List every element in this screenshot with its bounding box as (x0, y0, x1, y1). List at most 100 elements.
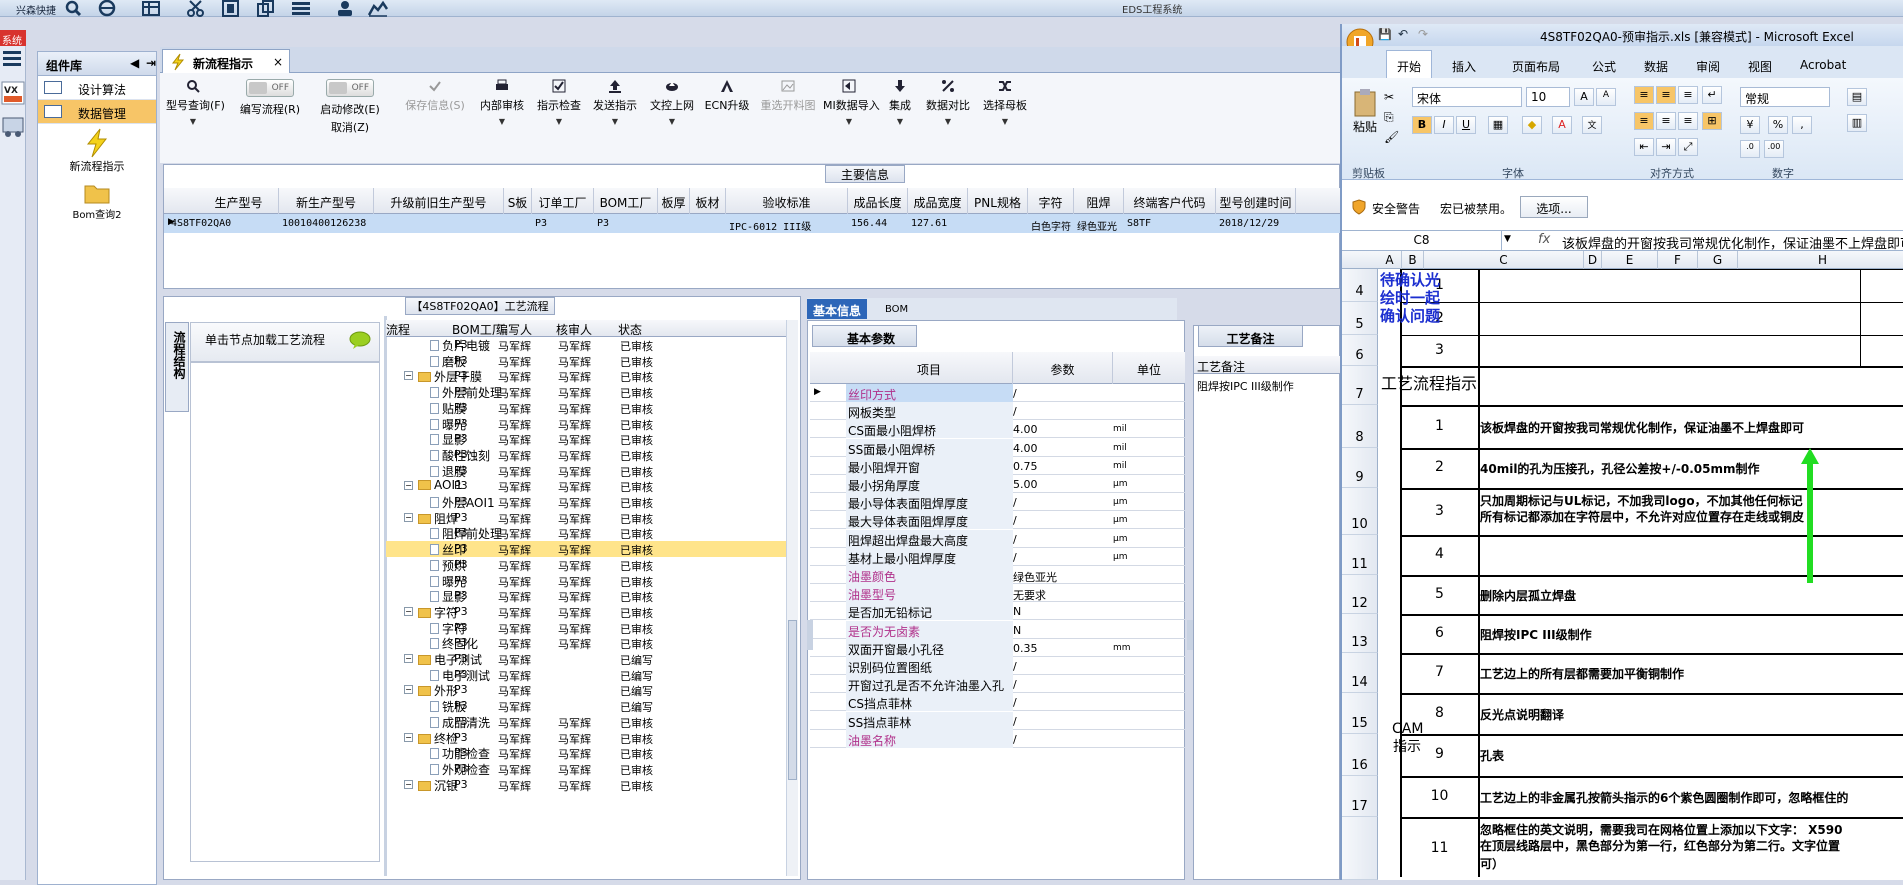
row-header[interactable]: 17 (1342, 776, 1378, 817)
tree-node[interactable]: − 阻焊 P3 马军辉 马军辉 已审核 (386, 510, 786, 526)
column-header[interactable]: PNL规格 (968, 188, 1028, 214)
align-right-icon[interactable]: ≡ (1678, 112, 1698, 130)
column-header[interactable]: 流程 (386, 320, 410, 337)
param-value[interactable]: / (1013, 678, 1017, 691)
row-header[interactable]: 6 (1342, 335, 1378, 366)
indent-decrease-icon[interactable]: ⇤ (1634, 138, 1654, 156)
table-cell[interactable]: 2018/12/29 (1216, 214, 1296, 233)
tab-basic-params[interactable]: 基本参数 (812, 325, 917, 347)
tree-node[interactable]: − 沉银 P3 马军辉 马军辉 已审核 (386, 777, 786, 793)
param-row[interactable]: 最小阻焊开窗 0.75 mil (810, 456, 1185, 475)
collapse-icon[interactable]: − (404, 512, 413, 522)
scrollbar-thumb[interactable] (788, 620, 797, 780)
table-cell[interactable] (504, 214, 532, 233)
row-header[interactable]: 5 (1342, 302, 1378, 335)
column-header[interactable]: 板厚 (658, 188, 690, 214)
param-row[interactable]: 油墨名称 / (810, 729, 1185, 748)
chevron-left-icon[interactable]: ◀ (130, 56, 139, 70)
underline-button[interactable]: U (1456, 116, 1476, 134)
machine-icon[interactable] (1, 114, 25, 138)
param-row[interactable]: 最大导体表面阻焊厚度 / μm (810, 511, 1185, 530)
splitter[interactable] (807, 620, 813, 650)
data-compare-button[interactable]: 数据对比 ▼ (923, 79, 973, 126)
fill-color-icon[interactable]: ◆ (1522, 116, 1542, 134)
send-instruction-button[interactable]: 发送指示 ▼ (591, 79, 639, 126)
param-value[interactable]: N (1013, 605, 1021, 618)
options-button[interactable]: 选项... (1520, 196, 1588, 218)
param-value[interactable]: / (1013, 715, 1017, 728)
param-row[interactable]: 是否为无卤素 N (810, 620, 1185, 639)
shrink-font-icon[interactable]: A (1596, 88, 1616, 106)
param-value[interactable]: / (1013, 405, 1017, 418)
column-header-F[interactable]: F (1658, 251, 1698, 269)
cell-index[interactable]: 1 (1402, 418, 1477, 434)
column-header[interactable]: 阻焊 (1074, 188, 1124, 214)
collapse-icon[interactable]: − (404, 685, 413, 695)
toggle-switch[interactable]: OFF (326, 79, 374, 97)
font-size-select[interactable]: 10 (1526, 87, 1570, 107)
cell-instruction-line2[interactable]: 所有标记都添加在字符层中，不允许对应位置存在走线或铜皮 (1480, 508, 1804, 525)
table-cell[interactable]: 156.44 (848, 214, 908, 233)
tree-node[interactable]: 字符 P3 马军辉 马军辉 已审核 (386, 620, 786, 636)
tree-node[interactable]: 曝光 P3 马军辉 马军辉 已审核 (386, 416, 786, 432)
tree-node[interactable]: 丝印 P3 马军辉 马军辉 已审核 (386, 541, 786, 558)
param-value[interactable]: / (1013, 387, 1017, 400)
align-middle-icon[interactable]: ≡ (1656, 86, 1676, 104)
tree-node[interactable]: 磨板 P3 马军辉 马军辉 已审核 (386, 353, 786, 369)
comma-icon[interactable]: , (1792, 116, 1812, 134)
paste-button[interactable]: 粘贴 (1352, 88, 1378, 135)
tree-node[interactable]: 预烘 P3 马军辉 马军辉 已审核 (386, 557, 786, 573)
param-row[interactable]: SS面最小阻焊桥 4.00 mil (810, 438, 1185, 457)
doc-online-button[interactable]: 文控上网 ▼ (648, 79, 696, 126)
copy-icon[interactable]: ⎘ (1384, 110, 1394, 125)
number-format-select[interactable]: 常规 (1740, 87, 1830, 107)
row-header[interactable]: 13 (1342, 614, 1378, 653)
film-icon[interactable] (220, 0, 242, 17)
param-row[interactable]: 油墨型号 无要求 (810, 584, 1185, 603)
component-item-data-management[interactable]: 数据管理 (38, 100, 156, 124)
column-header[interactable]: 生产型号 (199, 188, 279, 214)
row-header[interactable]: 12 (1342, 575, 1378, 614)
collapse-icon[interactable]: − (404, 481, 413, 491)
ribbon-tab-insert[interactable]: 插入 (1452, 58, 1476, 75)
collapse-icon[interactable]: − (404, 732, 413, 742)
align-top-icon[interactable]: ≡ (1634, 86, 1654, 104)
wrap-text-icon[interactable]: ↵ (1702, 86, 1722, 104)
param-row[interactable]: 开窗过孔是否不允许油墨入孔 / (810, 675, 1185, 694)
cell-index[interactable]: 5 (1402, 586, 1477, 602)
param-row[interactable]: 识别码位置图纸 / (810, 657, 1185, 675)
param-value[interactable]: / (1013, 696, 1017, 709)
ribbon-tab-data[interactable]: 数据 (1644, 58, 1668, 75)
row-header[interactable]: 11 (1342, 535, 1378, 575)
font-name-select[interactable]: 宋体 (1412, 87, 1522, 107)
table-cell[interactable]: 10010400126238 (279, 214, 374, 233)
cell-index[interactable]: 3 (1402, 503, 1477, 519)
list-icon[interactable] (290, 0, 312, 17)
tree-node[interactable]: − AOI1 P3 马军辉 马军辉 已审核 (386, 478, 786, 494)
toggle-switch[interactable]: OFF (246, 79, 294, 97)
cell-instruction[interactable]: 工艺边上的所有层都需要加平衡铜制作 (1480, 665, 1684, 682)
param-value[interactable]: 绿色亚光 (1013, 569, 1057, 585)
param-row[interactable]: 网板类型 / (810, 402, 1185, 421)
tree-node[interactable]: 曝光 P3 马军辉 马军辉 已审核 (386, 573, 786, 589)
grow-font-icon[interactable]: A (1574, 88, 1594, 106)
pin-icon[interactable]: ⇥ (146, 56, 156, 70)
italic-button[interactable]: I (1434, 116, 1454, 134)
align-bottom-icon[interactable]: ≡ (1678, 86, 1698, 104)
component-item-design-algorithm[interactable]: 设计算法 (38, 76, 156, 100)
tree-node[interactable]: 功能检查 P3 马军辉 马军辉 已审核 (386, 745, 786, 761)
tree-node[interactable]: 终固化 P3 马军辉 马军辉 已审核 (386, 635, 786, 651)
cell-index[interactable]: 6 (1402, 625, 1477, 641)
column-header[interactable]: BOM工厂 (594, 188, 658, 214)
column-header[interactable]: 终端客户代码 (1124, 188, 1216, 214)
param-row[interactable]: CS面最小阻焊桥 4.00 mil (810, 420, 1185, 439)
tree-node[interactable]: 电子测试 P3 马军辉 已编写 (386, 667, 786, 683)
param-value[interactable]: 4.00 (1013, 423, 1038, 436)
align-left-icon[interactable]: ≡ (1634, 112, 1654, 130)
cell-index[interactable]: 4 (1402, 546, 1477, 562)
column-header[interactable]: 成品长度 (848, 188, 908, 214)
table-cell[interactable]: 绿色亚光 (1074, 214, 1124, 233)
param-row[interactable]: 基材上最小阻焊厚度 / μm (810, 547, 1185, 566)
row-header[interactable]: 15 (1342, 693, 1378, 734)
column-header[interactable]: 订单工厂 (532, 188, 594, 214)
